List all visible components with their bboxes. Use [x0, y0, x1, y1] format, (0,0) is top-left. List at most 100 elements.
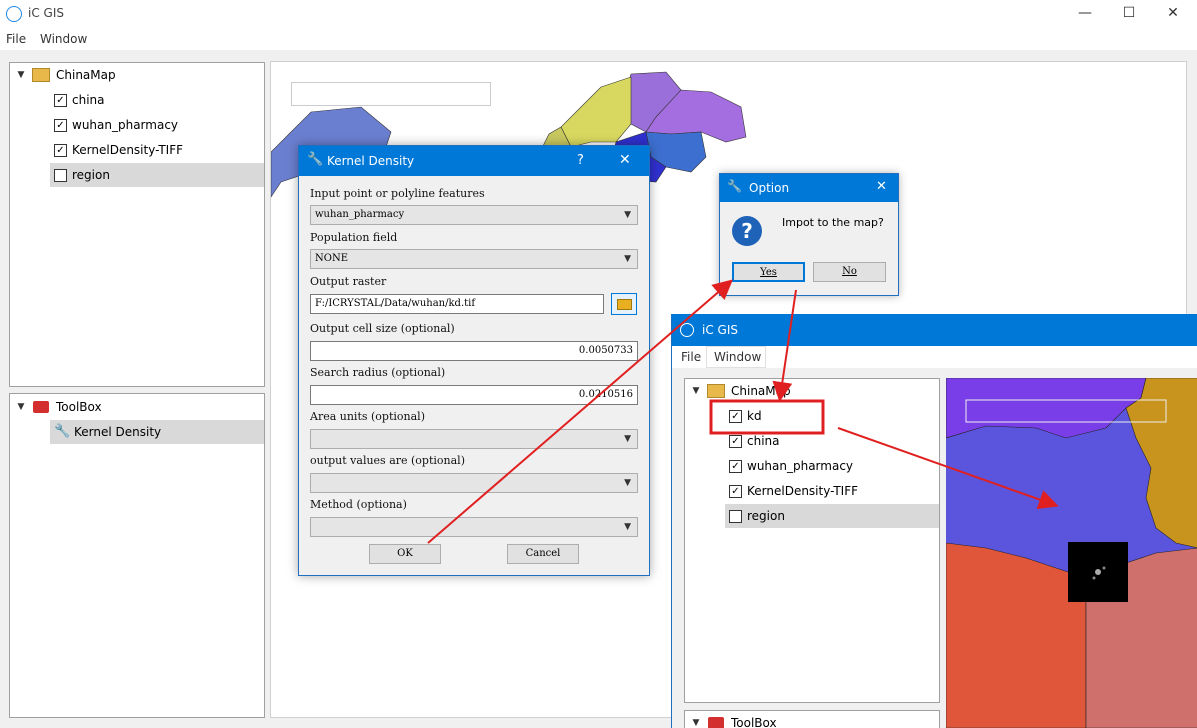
layer-checkbox[interactable]: ✓	[54, 144, 67, 157]
method-label: Method (optiona)	[310, 498, 407, 511]
layer-label: china	[72, 93, 105, 107]
area-units-select[interactable]: ▼	[310, 429, 638, 449]
help-button[interactable]: ?	[577, 153, 584, 168]
title-bar: iC GIS — ☐ ✕	[0, 0, 1197, 28]
layer-label: china	[747, 434, 780, 448]
menu-bar: File Window	[0, 28, 1197, 50]
chevron-down-icon: ▼	[624, 210, 631, 220]
tool-item-kernel-density[interactable]: 🔧 Kernel Density	[50, 420, 264, 444]
output-values-label: output values are (optional)	[310, 454, 465, 467]
maximize-button[interactable]: ☐	[1106, 0, 1152, 28]
dialog-title: Option	[749, 181, 790, 195]
layer-item-region[interactable]: region	[725, 504, 939, 528]
title-bar: iC GIS	[672, 314, 1197, 346]
wrench-icon: 🔧	[307, 152, 324, 167]
zoomed-map	[946, 378, 1197, 728]
layer-checkbox[interactable]: ✓	[54, 94, 67, 107]
chevron-down-icon[interactable]: ▼	[16, 70, 26, 80]
chevron-down-icon: ▼	[624, 522, 631, 532]
question-icon: ?	[732, 216, 762, 246]
menu-file[interactable]: File	[681, 350, 701, 364]
output-raster-input[interactable]: F:/ICRYSTAL/Data/wuhan/kd.tif	[310, 294, 604, 314]
select-value: wuhan_pharmacy	[315, 209, 405, 220]
layer-item-kd[interactable]: ✓ kd	[725, 404, 939, 428]
map-canvas[interactable]	[946, 378, 1197, 728]
layer-item-kerneldensity-tiff[interactable]: ✓ KernelDensity-TIFF	[725, 479, 939, 503]
cell-size-label: Output cell size (optional)	[310, 322, 455, 335]
second-window: iC GIS File Window ▼ ChinaMap ✓ kd ✓ chi…	[671, 314, 1197, 728]
layer-item-kerneldensity-tiff[interactable]: ✓ KernelDensity-TIFF	[50, 138, 264, 162]
menu-file[interactable]: File	[6, 32, 26, 46]
menu-window[interactable]: Window	[40, 32, 87, 46]
tree-group-chinamap[interactable]: ▼ ChinaMap	[10, 63, 264, 87]
dialog-close-button[interactable]: ✕	[619, 152, 631, 168]
layer-checkbox[interactable]: ✓	[729, 435, 742, 448]
tree-group-label: ChinaMap	[731, 384, 791, 398]
output-values-select[interactable]: ▼	[310, 473, 638, 493]
globe-icon	[680, 323, 694, 337]
layer-item-china[interactable]: ✓ china	[725, 429, 939, 453]
toolbox-panel: ▼ ToolBox	[684, 710, 940, 728]
toolbox-icon	[33, 401, 49, 413]
toolbox-panel: ▼ ToolBox 🔧 Kernel Density	[9, 393, 265, 718]
chevron-down-icon: ▼	[624, 434, 631, 444]
tree-group-label: ChinaMap	[56, 68, 116, 82]
window-title: iC GIS	[28, 6, 64, 20]
dialog-title: Kernel Density	[327, 154, 415, 168]
layer-item-china[interactable]: ✓ china	[50, 88, 264, 112]
chevron-down-icon[interactable]: ▼	[16, 402, 26, 412]
dialog-title-bar: 🔧 Option ✕	[720, 174, 898, 202]
chevron-down-icon[interactable]: ▼	[691, 386, 701, 396]
tree-group-chinamap[interactable]: ▼ ChinaMap	[685, 379, 939, 403]
layer-item-region[interactable]: region	[50, 163, 264, 187]
minimize-button[interactable]: —	[1062, 0, 1108, 28]
dialog-title-bar: 🔧 Kernel Density ? ✕	[299, 146, 649, 176]
menu-window[interactable]: Window	[714, 350, 761, 364]
close-button[interactable]: ✕	[1150, 0, 1196, 28]
tree-group-toolbox[interactable]: ▼ ToolBox	[685, 711, 939, 728]
layer-checkbox[interactable]: ✓	[54, 119, 67, 132]
layer-label: KernelDensity-TIFF	[72, 143, 184, 157]
option-dialog: 🔧 Option ✕ ? Impot to the map? Yes No	[719, 173, 899, 296]
search-radius-label: Search radius (optional)	[310, 366, 446, 379]
layer-checkbox[interactable]	[729, 510, 742, 523]
tool-label: Kernel Density	[74, 425, 162, 439]
no-button[interactable]: No	[813, 262, 886, 282]
method-select[interactable]: ▼	[310, 517, 638, 537]
layer-item-wuhan-pharmacy[interactable]: ✓ wuhan_pharmacy	[725, 454, 939, 478]
map-search-box[interactable]	[291, 82, 491, 106]
toolbox-icon	[708, 717, 724, 728]
density-hotspot	[1092, 576, 1096, 580]
layer-label: region	[747, 509, 785, 523]
layer-checkbox[interactable]: ✓	[729, 410, 742, 423]
layer-checkbox[interactable]: ✓	[729, 485, 742, 498]
layer-checkbox[interactable]	[54, 169, 67, 182]
chevron-down-icon: ▼	[624, 254, 631, 264]
density-hotspot	[1102, 566, 1106, 570]
population-field-label: Population field	[310, 231, 398, 244]
yes-button[interactable]: Yes	[732, 262, 805, 282]
select-value: NONE	[315, 253, 348, 264]
browse-button[interactable]	[611, 293, 637, 315]
population-field-select[interactable]: NONE ▼	[310, 249, 638, 269]
chevron-down-icon: ▼	[624, 478, 631, 488]
ok-button[interactable]: OK	[369, 544, 441, 564]
wrench-icon: 🔧	[727, 179, 742, 193]
tree-group-toolbox[interactable]: ▼ ToolBox	[10, 395, 264, 419]
layer-label: kd	[747, 409, 762, 423]
map-folder-icon	[32, 68, 50, 82]
cell-size-input[interactable]: 0.0050733	[310, 341, 638, 361]
map-region	[946, 542, 1087, 728]
cancel-button[interactable]: Cancel	[507, 544, 579, 564]
chevron-down-icon[interactable]: ▼	[691, 718, 701, 728]
input-features-label: Input point or polyline features	[310, 187, 485, 200]
wrench-icon: 🔧	[54, 424, 71, 439]
density-hotspot	[1095, 569, 1101, 575]
layer-item-wuhan-pharmacy[interactable]: ✓ wuhan_pharmacy	[50, 113, 264, 137]
layer-label: KernelDensity-TIFF	[747, 484, 859, 498]
search-radius-input[interactable]: 0.0210516	[310, 385, 638, 405]
dialog-close-button[interactable]: ✕	[876, 179, 887, 194]
input-features-select[interactable]: wuhan_pharmacy ▼	[310, 205, 638, 225]
output-raster-label: Output raster	[310, 275, 387, 288]
layer-checkbox[interactable]: ✓	[729, 460, 742, 473]
